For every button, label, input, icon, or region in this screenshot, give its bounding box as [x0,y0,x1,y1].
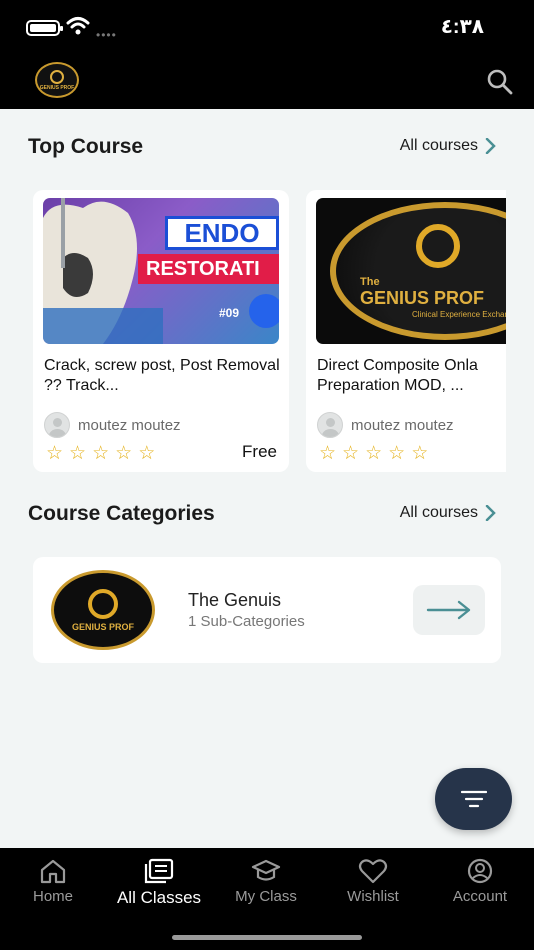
thumb-text-primary: ENDO [184,217,260,248]
thumb-label-box: ENDO [165,216,279,250]
thumb-text-secondary: GENIUS PROF [360,288,485,308]
course-carousel[interactable]: ENDO RESTORATI #09 Crack, screw post, Po… [33,190,506,472]
nav-label: Home [32,888,73,905]
star-outline-icon: ☆ [138,443,156,464]
course-card[interactable]: ENDO RESTORATI #09 Crack, screw post, Po… [33,190,289,472]
star-outline-icon: ☆ [388,443,406,464]
thumb-text-primary: The [360,276,380,288]
category-logo: GENIUS PROF [51,570,155,650]
categories-title: Course Categories [28,502,215,525]
nav-label: All Classes [116,888,202,907]
thumb-badge: Clinical Experience Exchange [412,310,506,319]
rating-stars: ☆ ☆ ☆ ☆ ☆ [319,442,428,465]
nav-home[interactable]: Home [0,858,106,905]
avatar [317,412,343,438]
home-icon [40,859,66,884]
nav-account[interactable]: Account [427,858,533,905]
thumb-label-banner: RESTORATI [138,254,279,284]
signal-icon: •••• [96,28,117,42]
course-price: Free [242,442,277,461]
category-open-button[interactable] [413,585,485,635]
star-outline-icon: ☆ [115,443,133,464]
chevron-right-icon [485,505,496,521]
logo-mark-icon [416,224,460,268]
course-thumbnail: ENDO RESTORATI #09 [43,198,279,344]
star-outline-icon: ☆ [319,443,337,464]
course-author: moutez moutez [317,412,454,438]
avatar [44,412,70,438]
author-name: moutez moutez [351,416,454,434]
arrow-right-icon [426,600,471,620]
star-outline-icon: ☆ [46,443,64,464]
nav-label: Account [452,888,508,905]
status-time: ٤:٣٨ [440,16,484,38]
star-outline-icon: ☆ [342,443,360,464]
logo-text: GENIUS PROF [39,84,75,91]
thumb-text-secondary: RESTORATI [146,257,260,280]
thumb-logo-ring [330,202,506,340]
heart-icon [358,859,388,884]
category-subcount: 1 Sub-Categories [188,613,305,630]
status-bar: •••• ٤:٣٨ [0,0,534,52]
star-outline-icon: ☆ [411,443,429,464]
star-outline-icon: ☆ [69,443,87,464]
graduation-cap-icon [251,859,281,881]
see-all-label: All courses [399,137,478,154]
category-name: The Genuis [188,590,282,610]
course-thumbnail: The GENIUS PROF Clinical Experience Exch… [316,198,506,344]
categories-see-all[interactable]: All courses [400,504,498,522]
star-outline-icon: ☆ [365,443,383,464]
search-icon[interactable] [486,68,514,96]
thumb-badge: #09 [219,306,240,320]
see-all-label: All courses [399,504,478,521]
course-card[interactable]: The GENIUS PROF Clinical Experience Exch… [306,190,506,472]
logo-mark-icon [50,69,64,84]
top-course-see-all[interactable]: All courses [400,137,498,155]
battery-icon [26,20,63,36]
app-logo[interactable]: GENIUS PROF [35,62,79,98]
category-logo-text: GENIUS PROF [71,621,134,632]
rating-stars: ☆ ☆ ☆ ☆ ☆ [46,442,155,465]
category-card[interactable]: GENIUS PROF The Genuis 1 Sub-Categories [33,557,501,663]
course-title: Direct Composite Onla Preparation MOD, .… [317,357,478,394]
top-course-title: Top Course [28,135,144,158]
author-name: moutez moutez [78,416,181,434]
wifi-icon [66,17,90,35]
account-icon [467,858,493,884]
nav-label: My Class [235,888,297,905]
top-bar: •••• ٤:٣٨ GENIUS PROF [0,0,534,109]
nav-all-classes[interactable]: All Classes [106,858,212,908]
star-outline-icon: ☆ [92,443,110,464]
course-title: Crack, screw post, Post Removal ?? Track… [44,357,280,394]
nav-my-class[interactable]: My Class [213,858,319,905]
filter-icon [460,790,487,808]
filter-button[interactable] [435,768,512,830]
chevron-right-icon [485,138,496,154]
home-indicator[interactable] [172,935,362,940]
nav-wishlist[interactable]: Wishlist [320,858,426,905]
classes-icon [144,858,174,884]
course-author: moutez moutez [44,412,181,438]
nav-label: Wishlist [347,888,399,905]
channel-badge-icon [249,294,279,328]
logo-mark-icon [88,588,118,619]
